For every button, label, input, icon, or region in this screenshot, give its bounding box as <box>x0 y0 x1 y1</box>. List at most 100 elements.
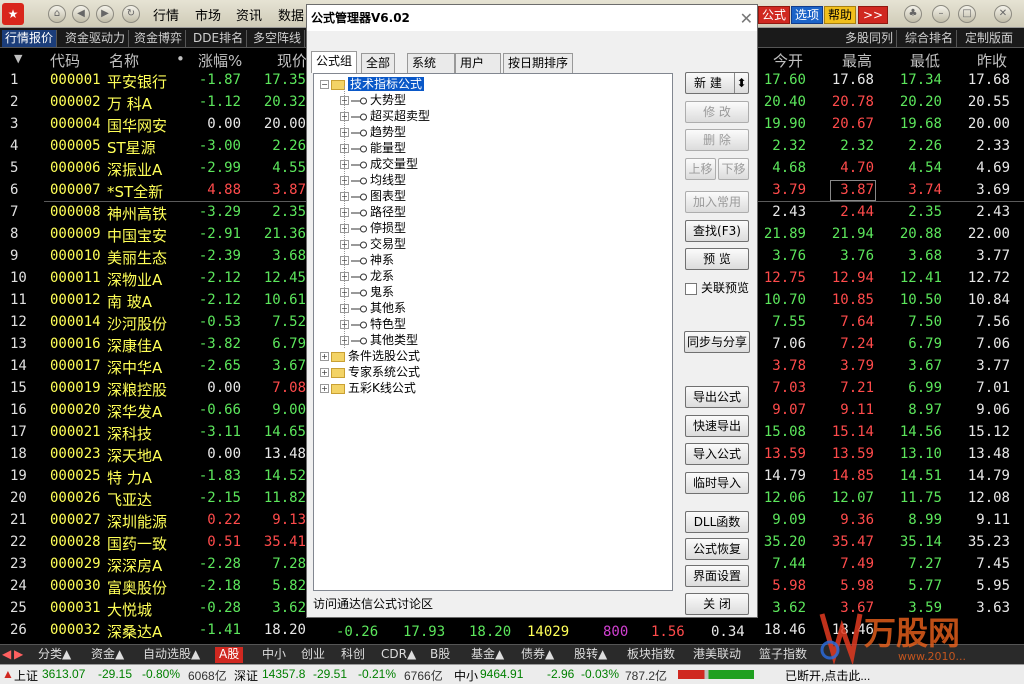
sync-share-button[interactable]: 同步与分享 <box>684 331 750 353</box>
refresh-icon[interactable]: ↻ <box>122 5 140 23</box>
col-low[interactable]: 最低 <box>910 50 940 71</box>
formula-button[interactable]: 公式 <box>758 6 791 24</box>
new-dropdown-icon[interactable]: ⬍ <box>734 73 748 93</box>
tree-node-14[interactable]: + 特色型 <box>340 316 406 332</box>
forward-icon[interactable]: ▶ <box>96 5 114 23</box>
btab-a-share[interactable]: A股 <box>215 647 244 663</box>
expand-icon[interactable]: + <box>320 352 329 361</box>
tree-node-3[interactable]: + 能量型 <box>340 140 406 156</box>
tab-composite-rank[interactable]: 综合排名 <box>902 30 958 47</box>
tab-capital-game[interactable]: 资金博弈 <box>131 30 187 47</box>
tree-node-0[interactable]: + 大势型 <box>340 92 406 108</box>
link-preview-box[interactable] <box>685 282 697 295</box>
dlg-tab-system[interactable]: 系统 <box>407 53 455 73</box>
btab-sme[interactable]: 中小 <box>262 647 286 663</box>
btab-transfer[interactable]: 股转▲ <box>574 647 607 663</box>
new-button[interactable]: 新 建 ⬍ <box>685 72 749 94</box>
close-button[interactable]: 关 闭 <box>685 593 749 615</box>
tree-node-7[interactable]: + 路径型 <box>340 204 406 220</box>
btab-capital[interactable]: 资金▲ <box>91 647 124 663</box>
sort-arrow-icon[interactable]: ▼ <box>14 52 22 65</box>
dlg-tab-all[interactable]: 全部 <box>361 53 396 73</box>
tab-capital-drive[interactable]: 资金驱动力 <box>62 30 130 47</box>
forum-link[interactable]: 访问通达信公式讨论区 <box>313 595 433 612</box>
dlg-tab-user[interactable]: 用户 <box>455 53 501 73</box>
shirt-icon[interactable]: ♣ <box>904 5 922 23</box>
tree-node-8[interactable]: + 停损型 <box>340 220 406 236</box>
options-button[interactable]: 选项 <box>791 6 824 24</box>
tree-node-2[interactable]: + 趋势型 <box>340 124 406 140</box>
dialog-close-icon[interactable]: ✕ <box>740 9 753 28</box>
connection-status[interactable]: 已断开,点击此... <box>785 667 870 684</box>
expand-icon[interactable]: + <box>320 384 329 393</box>
dlg-tab-by-date[interactable]: 按日期排序 <box>503 53 574 73</box>
btab-auto-select[interactable]: 自动选股▲ <box>143 647 200 663</box>
modify-button[interactable]: 修 改 <box>685 101 749 123</box>
menu-news[interactable]: 资讯 <box>236 5 262 24</box>
move-up-button[interactable]: 上移 <box>685 158 716 180</box>
btab-fund[interactable]: 基金▲ <box>471 647 504 663</box>
help-button[interactable]: 帮助 <box>824 6 857 24</box>
menu-quotes[interactable]: 行情 <box>153 5 179 24</box>
back-icon[interactable]: ◀ <box>72 5 90 23</box>
tab-dde-rank[interactable]: DDE排名 <box>190 30 248 47</box>
tab-custom-layout[interactable]: 定制版面 <box>962 30 1016 47</box>
btab-sector-index[interactable]: 板块指数 <box>627 647 675 663</box>
delete-button[interactable]: 删 除 <box>685 129 749 151</box>
tab-long-short[interactable]: 多空阵线 <box>250 30 306 47</box>
find-button[interactable]: 查找(F3) <box>685 220 749 242</box>
tree-node-1[interactable]: + 超买超卖型 <box>340 108 430 124</box>
tree-group-0[interactable]: + 条件选股公式 <box>320 348 420 364</box>
tree-node-11[interactable]: + 龙系 <box>340 268 394 284</box>
menu-market[interactable]: 市场 <box>195 5 221 24</box>
tree-group-1[interactable]: + 专家系统公式 <box>320 364 420 380</box>
quick-export-button[interactable]: 快速导出 <box>685 415 749 437</box>
tree-node-6[interactable]: + 图表型 <box>340 188 406 204</box>
tab-multi-stock[interactable]: 多股同列 <box>842 30 898 47</box>
tree-node-5[interactable]: + 均线型 <box>340 172 406 188</box>
preview-button[interactable]: 预 览 <box>685 248 749 270</box>
import-button[interactable]: 导入公式 <box>685 443 749 465</box>
home-icon[interactable]: ⌂ <box>48 5 66 23</box>
tree-node-10[interactable]: + 神系 <box>340 252 394 268</box>
menu-data[interactable]: 数据 <box>278 5 304 24</box>
col-price[interactable]: 现价 <box>277 50 307 71</box>
expand-icon[interactable]: + <box>320 368 329 377</box>
dlg-tab-groups[interactable]: 公式组 <box>311 51 358 73</box>
col-change-pct[interactable]: 涨幅% <box>198 50 242 71</box>
tree-node-12[interactable]: + 鬼系 <box>340 284 394 300</box>
restore-icon[interactable]: □ <box>958 5 976 23</box>
next-tab-icon[interactable]: ▶ <box>14 647 23 663</box>
temp-import-button[interactable]: 临时导入 <box>685 472 749 494</box>
col-prev-close[interactable]: 昨收 <box>977 50 1007 71</box>
col-code[interactable]: 代码 <box>50 50 80 71</box>
close-icon[interactable]: ✕ <box>994 5 1012 23</box>
btab-bond[interactable]: 债券▲ <box>521 647 554 663</box>
export-button[interactable]: 导出公式 <box>685 386 749 408</box>
btab-cdr[interactable]: CDR▲ <box>381 647 416 663</box>
dll-function-button[interactable]: DLL函数 <box>685 511 749 533</box>
link-preview-checkbox[interactable]: 关联预览 <box>685 279 749 296</box>
btab-b-share[interactable]: B股 <box>430 647 450 663</box>
btab-hk-us[interactable]: 港美联动 <box>693 647 741 663</box>
tree-node-9[interactable]: + 交易型 <box>340 236 406 252</box>
col-high[interactable]: 最高 <box>842 50 872 71</box>
tree-node-4[interactable]: + 成交量型 <box>340 156 418 172</box>
add-common-button[interactable]: 加入常用 <box>685 191 749 213</box>
ui-settings-button[interactable]: 界面设置 <box>685 565 749 587</box>
tab-quotes[interactable]: 行情报价 <box>2 30 58 47</box>
minimize-icon[interactable]: – <box>932 5 950 23</box>
btab-chinext[interactable]: 创业 <box>301 647 325 663</box>
tree-node-technical-indicators[interactable]: − 技术指标公式 <box>320 76 425 92</box>
formula-restore-button[interactable]: 公式恢复 <box>685 538 749 560</box>
more-button[interactable]: >> <box>858 6 888 24</box>
tree-group-2[interactable]: + 五彩K线公式 <box>320 380 416 396</box>
col-open[interactable]: 今开 <box>773 50 803 71</box>
btab-category[interactable]: 分类▲ <box>38 647 71 663</box>
prev-tab-icon[interactable]: ◀ <box>2 647 11 663</box>
tree-node-15[interactable]: + 其他类型 <box>340 332 418 348</box>
tree-node-13[interactable]: + 其他系 <box>340 300 406 316</box>
col-name[interactable]: 名称 <box>109 50 139 71</box>
move-down-button[interactable]: 下移 <box>718 158 749 180</box>
btab-star[interactable]: 科创 <box>341 647 365 663</box>
